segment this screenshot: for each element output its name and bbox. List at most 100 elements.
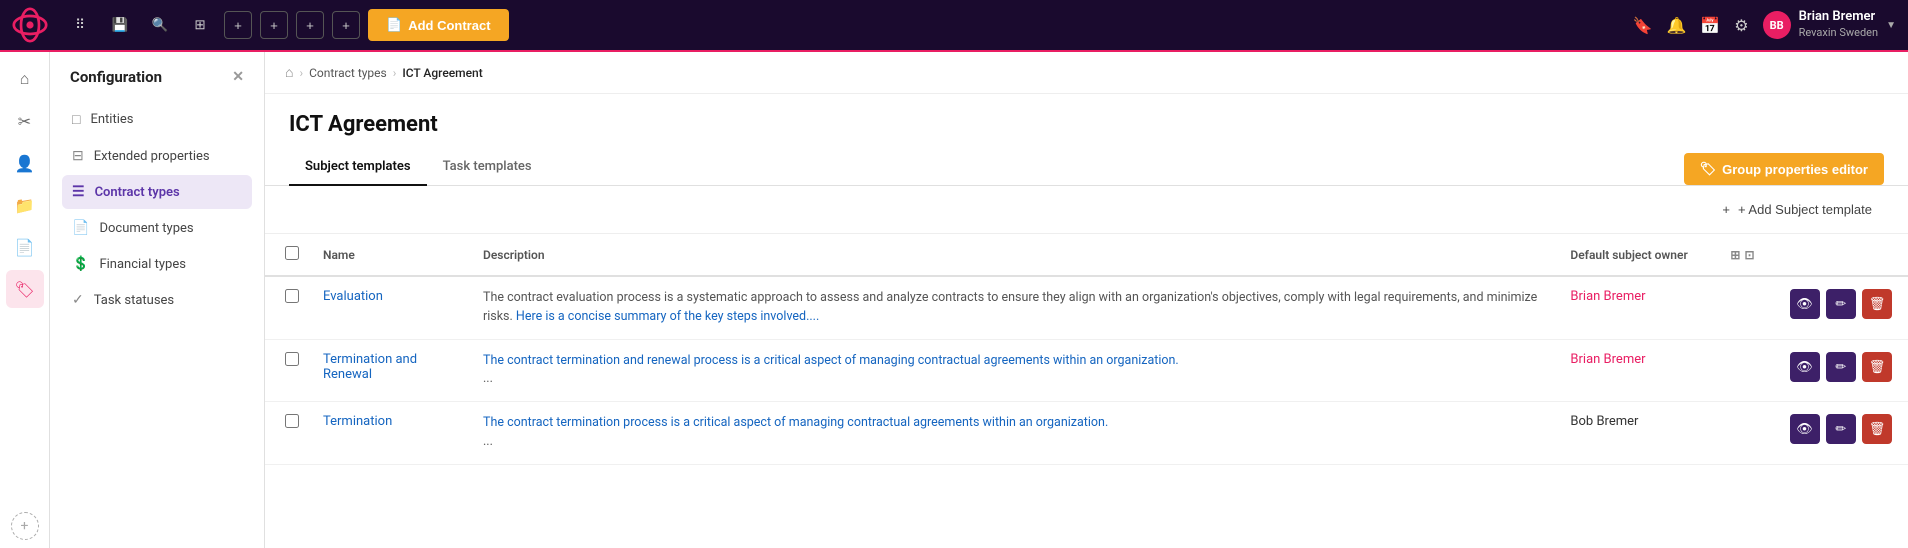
page-title: ICT Agreement xyxy=(289,112,1884,137)
row-2-delete-button[interactable]: 🗑 xyxy=(1862,352,1892,382)
row-3-view-button[interactable]: 👁 xyxy=(1790,414,1820,444)
table-header-row: Name Description Default subject owner ⊞… xyxy=(265,234,1908,276)
row-1-actions: 👁 ✏ 🗑 xyxy=(1771,276,1908,339)
config-item-extended-properties[interactable]: ⊟ Extended properties xyxy=(62,139,252,173)
col-toggle-icon[interactable]: ⊡ xyxy=(1744,248,1754,262)
row-3-checkbox[interactable] xyxy=(285,414,299,428)
config-item-contract-types[interactable]: ☰ Contract types xyxy=(62,175,252,209)
grid-icon-btn[interactable]: ⠿ xyxy=(64,9,96,41)
config-item-task-statuses-label: Task statuses xyxy=(94,293,174,308)
breadcrumb: ⌂ › Contract types › ICT Agreement xyxy=(265,52,1908,94)
row-2-checkbox[interactable] xyxy=(285,352,299,366)
close-sidebar-button[interactable]: ✕ xyxy=(232,69,244,85)
row-2-view-button[interactable]: 👁 xyxy=(1790,352,1820,382)
row-2-description: The contract termination and renewal pro… xyxy=(467,339,1554,402)
plus-btn-3[interactable]: + xyxy=(296,11,324,39)
main-content: ⌂ › Contract types › ICT Agreement ICT A… xyxy=(265,52,1908,548)
config-item-financial-types[interactable]: 💲 Financial types xyxy=(62,247,252,281)
breadcrumb-sep-1: › xyxy=(299,66,303,80)
plus-btn-1[interactable]: + xyxy=(224,11,252,39)
col-owner: Default subject owner xyxy=(1554,234,1714,276)
user-chevron-icon[interactable]: ▼ xyxy=(1886,20,1896,31)
row-1-view-button[interactable]: 👁 xyxy=(1790,289,1820,319)
user-company: Revaxin Sweden xyxy=(1799,26,1878,40)
sidebar-item-tag[interactable]: 🏷 xyxy=(6,270,44,308)
table-row: Termination The contract termination pro… xyxy=(265,402,1908,465)
sidebar-bottom: + xyxy=(11,512,39,540)
config-item-document-types-label: Document types xyxy=(99,221,193,236)
config-item-document-types[interactable]: 📄 Document types xyxy=(62,211,252,245)
icon-sidebar: ⌂ ✂ 👤 📁 📄 🏷 + xyxy=(0,52,50,548)
dashboard-icon-btn[interactable]: ⊞ xyxy=(184,9,216,41)
col-grid-icon[interactable]: ⊞ xyxy=(1730,248,1740,262)
task-statuses-icon: ✓ xyxy=(72,292,84,308)
add-subject-template-button[interactable]: + + Add Subject template xyxy=(1710,196,1884,223)
row-3-description: The contract termination process is a cr… xyxy=(467,402,1554,465)
financial-types-icon: 💲 xyxy=(72,256,89,272)
group-properties-editor-button[interactable]: 🏷 Group properties editor xyxy=(1684,153,1884,185)
row-2-name-link[interactable]: Termination and Renewal xyxy=(323,352,417,382)
tab-task-templates[interactable]: Task templates xyxy=(427,149,548,186)
breadcrumb-contract-types[interactable]: Contract types xyxy=(309,66,387,80)
breadcrumb-home[interactable]: ⌂ xyxy=(285,64,293,81)
add-contract-label: Add Contract xyxy=(408,18,490,33)
row-3-edit-button[interactable]: ✏ xyxy=(1826,414,1856,444)
tabs-bar: Subject templates Task templates xyxy=(265,149,1684,185)
top-nav: ⠿ 💾 🔍 ⊞ + + + + 📄 Add Contract 🔖 🔔 📅 ⚙ B… xyxy=(0,0,1908,52)
config-item-task-statuses[interactable]: ✓ Task statuses xyxy=(62,283,252,317)
add-subject-plus-icon: + xyxy=(1722,202,1730,217)
sidebar-item-home[interactable]: ⌂ xyxy=(6,60,44,98)
group-props-icon: 🏷 xyxy=(1700,161,1717,177)
row-1-edit-button[interactable]: ✏ xyxy=(1826,289,1856,319)
bell-icon[interactable]: 🔔 xyxy=(1666,16,1686,35)
sidebar-item-folder[interactable]: 📁 xyxy=(6,186,44,224)
tab-subject-templates[interactable]: Subject templates xyxy=(289,149,427,186)
page-header: ICT Agreement xyxy=(265,94,1908,137)
sidebar-add-button[interactable]: + xyxy=(11,512,39,540)
config-item-contract-types-label: Contract types xyxy=(95,185,180,200)
row-2-edit-button[interactable]: ✏ xyxy=(1826,352,1856,382)
plus-btn-2[interactable]: + xyxy=(260,11,288,39)
user-info[interactable]: BB Brian Bremer Revaxin Sweden ▼ xyxy=(1763,9,1896,40)
row-1-name-link[interactable]: Evaluation xyxy=(323,289,383,304)
entities-icon: □ xyxy=(72,111,80,128)
avatar: BB xyxy=(1763,11,1791,39)
breadcrumb-sep-2: › xyxy=(393,66,397,80)
select-all-checkbox[interactable] xyxy=(285,246,299,260)
config-title: Configuration ✕ xyxy=(62,68,252,86)
logo[interactable] xyxy=(12,7,48,43)
col-description: Description xyxy=(467,234,1554,276)
save-icon-btn[interactable]: 💾 xyxy=(104,9,136,41)
sidebar-item-people[interactable]: 👤 xyxy=(6,144,44,182)
calendar-icon[interactable]: 📅 xyxy=(1700,16,1720,35)
subjects-table: Name Description Default subject owner ⊞… xyxy=(265,234,1908,465)
config-item-financial-types-label: Financial types xyxy=(99,257,186,272)
search-icon-btn[interactable]: 🔍 xyxy=(144,9,176,41)
config-sidebar: Configuration ✕ □ Entities ⊟ Extended pr… xyxy=(50,52,265,548)
row-3-delete-button[interactable]: 🗑 xyxy=(1862,414,1892,444)
breadcrumb-current: ICT Agreement xyxy=(402,66,482,80)
row-1-owner: Brian Bremer xyxy=(1554,276,1714,339)
config-item-entities-label: Entities xyxy=(90,112,133,127)
add-contract-button[interactable]: 📄 Add Contract xyxy=(368,9,509,41)
row-3-name-link[interactable]: Termination xyxy=(323,414,392,429)
plus-btn-4[interactable]: + xyxy=(332,11,360,39)
user-name: Brian Bremer xyxy=(1799,9,1878,26)
sidebar-item-document[interactable]: 📄 xyxy=(6,228,44,266)
config-item-entities[interactable]: □ Entities xyxy=(62,102,252,137)
table-row: Termination and Renewal The contract ter… xyxy=(265,339,1908,402)
row-3-owner: Bob Bremer xyxy=(1554,402,1714,465)
group-props-label: Group properties editor xyxy=(1722,162,1868,177)
row-2-actions: 👁 ✏ 🗑 xyxy=(1771,339,1908,402)
row-1-checkbox[interactable] xyxy=(285,289,299,303)
settings-icon[interactable]: ⚙ xyxy=(1734,16,1748,35)
add-contract-icon: 📄 xyxy=(386,17,402,33)
contract-types-icon: ☰ xyxy=(72,184,85,200)
nav-right: 🔖 🔔 📅 ⚙ BB Brian Bremer Revaxin Sweden ▼ xyxy=(1633,9,1896,40)
document-types-icon: 📄 xyxy=(72,220,89,236)
row-1-delete-button[interactable]: 🗑 xyxy=(1862,289,1892,319)
row-2-owner: Brian Bremer xyxy=(1554,339,1714,402)
bookmark-icon[interactable]: 🔖 xyxy=(1633,16,1653,35)
row-3-actions: 👁 ✏ 🗑 xyxy=(1771,402,1908,465)
sidebar-item-tools[interactable]: ✂ xyxy=(6,102,44,140)
